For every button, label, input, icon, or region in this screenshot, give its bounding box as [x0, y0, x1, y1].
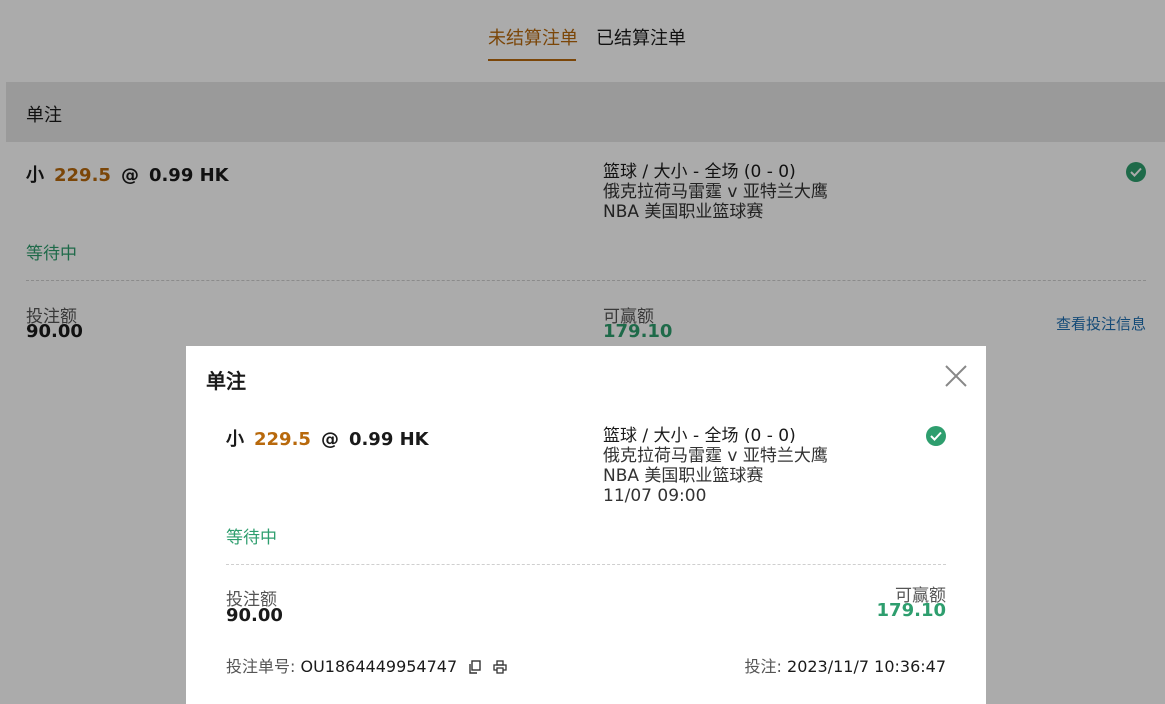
selection-name: 小 [226, 429, 244, 450]
teams: 俄克拉荷马雷霆 v 亚特兰大鹰 [603, 446, 828, 466]
bet-selection: 小 229.5 @0.99 HK [226, 425, 429, 451]
match-info: 篮球 / 大小 - 全场 (0 - 0) 俄克拉荷马雷霆 v 亚特兰大鹰 NBA… [603, 426, 828, 506]
bet-status: 等待中 [226, 528, 277, 548]
divider [226, 564, 946, 565]
league-name: NBA 美国职业篮球赛 [603, 466, 764, 486]
bet-slip-number: 投注单号: OU1864449954747 [226, 653, 507, 678]
copy-icon[interactable] [468, 659, 482, 678]
slip-value: OU1864449954747 [300, 657, 458, 676]
kickoff-time: 11/07 09:00 [603, 486, 707, 506]
modal-title: 单注 [206, 369, 246, 393]
check-circle-icon [926, 426, 946, 446]
slip-label: 投注单号: [226, 657, 296, 676]
stake-value: 90.00 [226, 605, 283, 626]
potential-win-value: 179.10 [876, 600, 946, 621]
print-icon[interactable] [493, 659, 507, 678]
at-sign: @ [320, 429, 339, 450]
placed-value: 2023/11/7 10:36:47 [787, 657, 946, 676]
selection-line: 229.5 [254, 429, 311, 450]
close-icon[interactable] [944, 364, 968, 388]
selection-odds: 0.99 HK [348, 429, 429, 450]
market-name: 篮球 / 大小 - 全场 (0 - 0) [603, 426, 796, 446]
placed-label: 投注: [744, 657, 782, 676]
bet-placed-time: 投注: 2023/11/7 10:36:47 [745, 653, 946, 677]
bet-detail-modal: 单注 小 229.5 @0.99 HK 篮球 / 大小 - 全场 (0 - 0) 俄… [186, 346, 986, 704]
